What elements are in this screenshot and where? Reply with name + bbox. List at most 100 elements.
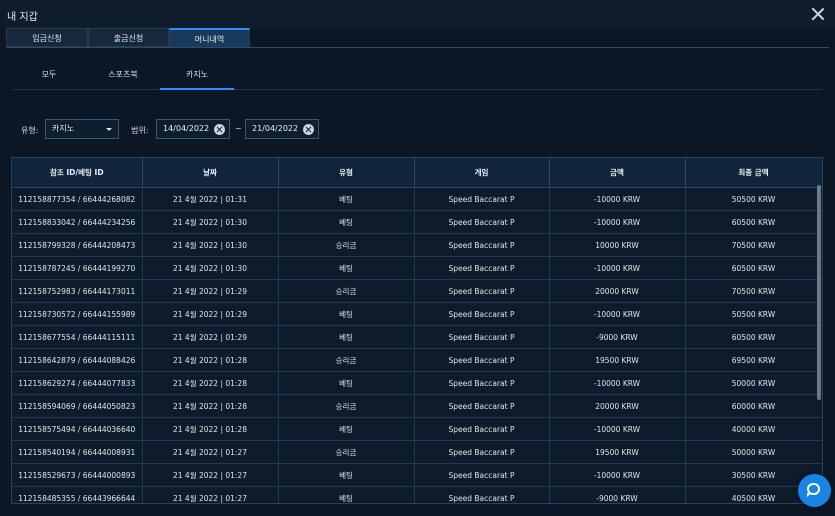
history-table[interactable]: 참조 ID/베팅 ID 날짜 유형 게임 금액 최종 금액 112158877354 / … — [11, 157, 823, 504]
table-cell: 21 4월 2022 | 01:27 — [142, 463, 279, 487]
sub-tabs: 모두 스포츠북 카지노 — [12, 62, 822, 90]
title-bar: 내 지갑 — [0, 0, 835, 28]
main-tabs: 입금신청 출금신청 머니내역 — [6, 28, 829, 48]
table-cell: 19500 KRW — [549, 440, 686, 464]
table-row[interactable]: 112158730572 / 66444155989 21 4월 2022 | 0… — [12, 302, 822, 326]
table-cell: 20000 KRW — [549, 394, 686, 418]
table-cell: 112158752983 / 66444173011 — [12, 279, 143, 303]
table-cell: 베팅 — [278, 187, 415, 211]
table-cell: -10000 KRW — [549, 210, 686, 234]
table-cell: 69500 KRW — [685, 348, 822, 372]
table-cell: -10000 KRW — [549, 417, 686, 441]
table-cell: 112158799328 / 66444208473 — [12, 233, 143, 257]
tab-withdraw[interactable]: 출금신청 — [88, 28, 169, 47]
table-cell: 112158877354 / 66444268082 — [12, 187, 143, 211]
table-cell: Speed Baccarat P — [414, 348, 550, 372]
table-cell: 60000 KRW — [685, 394, 822, 418]
table-cell: 21 4월 2022 | 01:28 — [142, 348, 279, 372]
table-cell: 21 4월 2022 | 01:30 — [142, 256, 279, 280]
table-cell: Speed Baccarat P — [414, 440, 550, 464]
type-label: 유형: — [21, 126, 39, 135]
table-cell: 40000 KRW — [685, 417, 822, 441]
tab-deposit[interactable]: 입금신청 — [6, 28, 88, 47]
type-select[interactable]: 카지노 — [45, 119, 119, 139]
table-cell: 21 4월 2022 | 01:28 — [142, 371, 279, 395]
date-from-field[interactable]: 14/04/2022 — [156, 119, 230, 139]
subtab-sportsbook[interactable]: 스포츠북 — [86, 62, 160, 88]
table-row[interactable]: 112158677554 / 66444115111 21 4월 2022 | 0… — [12, 325, 822, 349]
table-cell: 60500 KRW — [685, 256, 822, 280]
clear-icon[interactable] — [303, 124, 314, 135]
table-row[interactable]: 112158485355 / 66443966644 21 4월 2022 | 0… — [12, 486, 822, 503]
table-cell: 112158540194 / 66444008931 — [12, 440, 143, 464]
clear-icon[interactable] — [214, 124, 225, 135]
table-cell: 베팅 — [278, 302, 415, 326]
table-cell: 21 4월 2022 | 01:28 — [142, 394, 279, 418]
table-cell: Speed Baccarat P — [414, 279, 550, 303]
type-select-value: 카지노 — [52, 124, 75, 133]
table-cell: -10000 KRW — [549, 256, 686, 280]
table-cell: 112158485355 / 66443966644 — [12, 486, 143, 503]
table-cell: 70500 KRW — [685, 233, 822, 257]
table-row[interactable]: 112158529673 / 66444000893 21 4월 2022 | 0… — [12, 463, 822, 487]
table-row[interactable]: 112158594069 / 66444050823 21 4월 2022 | 0… — [12, 394, 822, 418]
table-cell: 21 4월 2022 | 01:29 — [142, 325, 279, 349]
date-to-field[interactable]: 21/04/2022 — [245, 119, 319, 139]
table-cell: Speed Baccarat P — [414, 256, 550, 280]
table-row[interactable]: 112158787245 / 66444199270 21 4월 2022 | 0… — [12, 256, 822, 280]
table-cell: 베팅 — [278, 463, 415, 487]
subtab-all[interactable]: 모두 — [12, 62, 86, 88]
table-cell: -10000 KRW — [549, 187, 686, 211]
table-cell: Speed Baccarat P — [414, 394, 550, 418]
chat-button[interactable] — [798, 474, 831, 507]
table-cell: Speed Baccarat P — [414, 302, 550, 326]
subtab-casino[interactable]: 카지노 — [160, 62, 234, 90]
table-row[interactable]: 112158540194 / 66444008931 21 4월 2022 | 0… — [12, 440, 822, 464]
table-cell: 112158575494 / 66444036640 — [12, 417, 143, 441]
table-cell: 승리금 — [278, 279, 415, 303]
table-cell: -9000 KRW — [549, 486, 686, 503]
history-table-grid: 참조 ID/베팅 ID 날짜 유형 게임 금액 최종 금액 112158877354 / … — [12, 158, 822, 503]
table-cell: 50000 KRW — [685, 440, 822, 464]
filter-bar: 유형: 카지노 범위: 14/04/2022 ~ 21/04/2022 — [0, 119, 835, 141]
column-header: 최종 금액 — [685, 158, 822, 188]
table-row[interactable]: 112158642879 / 66444088426 21 4월 2022 | 0… — [12, 348, 822, 372]
table-row[interactable]: 112158877354 / 66444268082 21 4월 2022 | 0… — [12, 187, 822, 211]
table-cell: 70500 KRW — [685, 279, 822, 303]
date-separator: ~ — [235, 124, 242, 133]
table-scrollbar[interactable] — [817, 185, 821, 400]
table-row[interactable]: 112158799328 / 66444208473 21 4월 2022 | 0… — [12, 233, 822, 257]
chevron-down-icon — [106, 128, 112, 131]
table-cell: 112158629274 / 66444077833 — [12, 371, 143, 395]
table-row[interactable]: 112158833042 / 66444234256 21 4월 2022 | 0… — [12, 210, 822, 234]
table-cell: 베팅 — [278, 325, 415, 349]
table-cell: 50500 KRW — [685, 302, 822, 326]
table-row[interactable]: 112158575494 / 66444036640 21 4월 2022 | 0… — [12, 417, 822, 441]
table-cell: 베팅 — [278, 210, 415, 234]
table-cell: Speed Baccarat P — [414, 486, 550, 503]
table-row[interactable]: 112158752983 / 66444173011 21 4월 2022 | 0… — [12, 279, 822, 303]
table-cell: 112158833042 / 66444234256 — [12, 210, 143, 234]
table-cell: 21 4월 2022 | 01:29 — [142, 302, 279, 326]
table-cell: 50500 KRW — [685, 187, 822, 211]
table-cell: 승리금 — [278, 233, 415, 257]
window-title: 내 지갑 — [7, 12, 38, 23]
table-cell: -9000 KRW — [549, 325, 686, 349]
table-cell: Speed Baccarat P — [414, 187, 550, 211]
table-cell: Speed Baccarat P — [414, 371, 550, 395]
table-cell: 21 4월 2022 | 01:27 — [142, 440, 279, 464]
table-cell: 112158529673 / 66444000893 — [12, 463, 143, 487]
tab-money-history[interactable]: 머니내역 — [169, 28, 250, 47]
column-header: 참조 ID/베팅 ID — [12, 158, 143, 188]
table-cell: Speed Baccarat P — [414, 417, 550, 441]
table-cell: 베팅 — [278, 256, 415, 280]
date-to-value: 21/04/2022 — [252, 124, 299, 133]
table-row[interactable]: 112158629274 / 66444077833 21 4월 2022 | 0… — [12, 371, 822, 395]
table-cell: 베팅 — [278, 486, 415, 503]
table-cell: 21 4월 2022 | 01:30 — [142, 210, 279, 234]
table-cell: 승리금 — [278, 440, 415, 464]
chat-icon-tail — [807, 493, 811, 497]
close-icon[interactable] — [810, 6, 826, 22]
table-cell: 승리금 — [278, 348, 415, 372]
column-header: 유형 — [278, 158, 415, 188]
